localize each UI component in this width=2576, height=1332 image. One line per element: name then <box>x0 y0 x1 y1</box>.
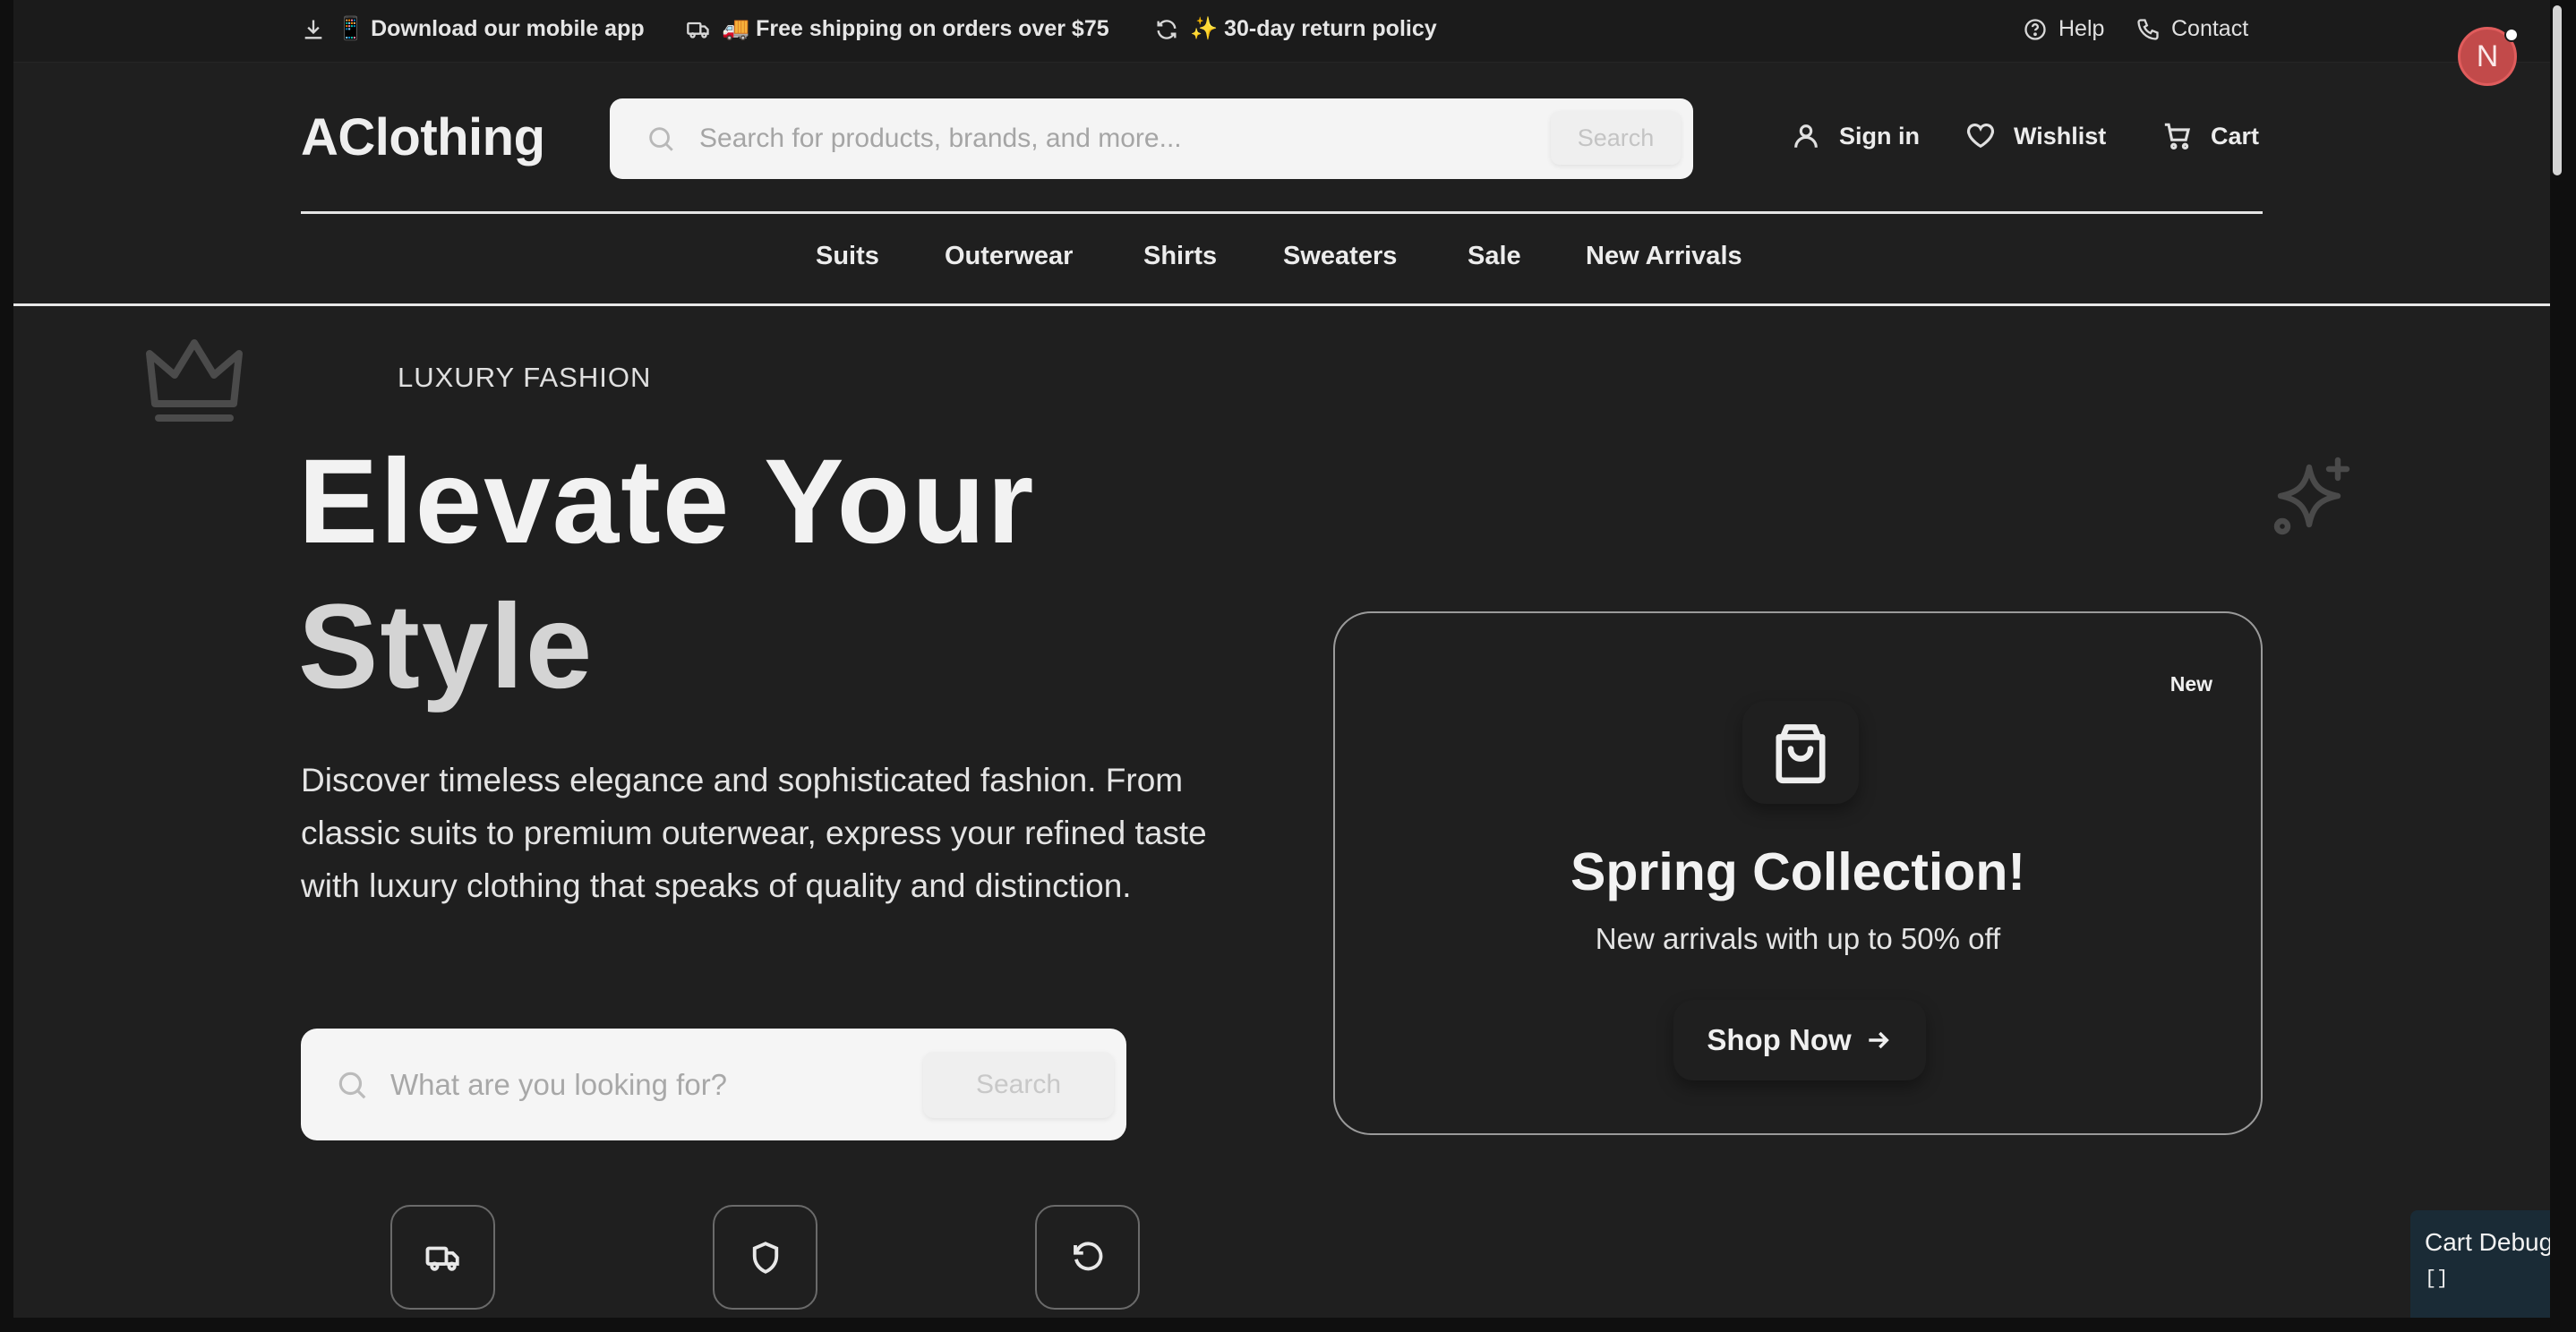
help-link[interactable]: Help <box>2023 16 2104 42</box>
nav-item-sweaters[interactable]: Sweaters <box>1283 242 1397 271</box>
search-icon <box>338 1072 366 1099</box>
nav-divider <box>13 303 2550 306</box>
feature-secure <box>713 1205 817 1310</box>
return-policy-label: ✨ 30-day return policy <box>1190 16 1437 41</box>
nav-item-shirts[interactable]: Shirts <box>1143 242 1217 271</box>
contact-link[interactable]: Contact <box>2135 16 2248 42</box>
hero-title: Elevate Your Style <box>298 430 1373 720</box>
promo-card: New Spring Collection! New arrivals with… <box>1333 611 2263 1135</box>
phone-icon <box>2137 18 2159 40</box>
cart-debug-panel: Cart Debug [] <box>2410 1210 2550 1318</box>
hero-description: Discover timeless elegance and sophistic… <box>301 762 1207 904</box>
sparkle-icon <box>2273 457 2350 535</box>
free-shipping-notice: 🚚 Free shipping on orders over $75 <box>686 16 1109 42</box>
cart-label: Cart <box>2211 122 2260 149</box>
user-icon <box>1794 124 1818 148</box>
truck-icon <box>687 21 709 38</box>
nav-item-outerwear[interactable]: Outerwear <box>945 242 1073 271</box>
hero-search-input[interactable] <box>390 1063 892 1107</box>
hero-title-line2: Style <box>298 580 595 713</box>
cart-icon <box>2164 123 2191 150</box>
truck-icon <box>425 1246 459 1271</box>
cart-debug-title: Cart Debug <box>2425 1228 2550 1256</box>
help-label: Help <box>2058 16 2105 41</box>
nav-item-sale[interactable]: Sale <box>1468 242 1521 271</box>
avatar-status-dot <box>2504 28 2519 42</box>
promo-title: Spring Collection! <box>1570 842 2026 901</box>
promo-icon-tile <box>1742 701 1859 804</box>
feature-shipping <box>390 1205 495 1310</box>
header-search-bar: Search <box>610 98 1693 179</box>
wishlist-label: Wishlist <box>2014 122 2107 149</box>
heart-icon <box>1966 124 1995 149</box>
cart-debug-value: [] <box>2425 1268 2449 1290</box>
scrollbar-thumb[interactable] <box>2553 5 2562 175</box>
crown-icon <box>146 339 243 422</box>
arrow-right-icon <box>1868 1031 1889 1049</box>
contact-label: Contact <box>2171 16 2249 41</box>
download-app-label: 📱 Download our mobile app <box>337 16 645 41</box>
header-divider <box>301 211 2263 214</box>
shield-icon <box>752 1241 778 1274</box>
refresh-icon <box>1157 19 1177 39</box>
avatar-initial: N <box>2476 38 2499 73</box>
hero-search-bar: Search <box>301 1029 1126 1140</box>
page: 📱 Download our mobile app 🚚 Free shippin… <box>13 0 2550 1318</box>
promo-badge: New <box>2169 672 2212 696</box>
download-app-link[interactable]: 📱 Download our mobile app <box>301 16 645 42</box>
shopping-bag-icon <box>1776 723 1826 783</box>
rotate-ccw-icon <box>1073 1241 1102 1270</box>
sign-in-label: Sign in <box>1839 122 1920 149</box>
hero-eyebrow: LUXURY FASHION <box>398 362 652 393</box>
search-icon <box>649 127 673 151</box>
shop-now-button[interactable]: Shop Now <box>1673 1000 1926 1080</box>
hero-title-line1: Elevate Your <box>298 435 1036 568</box>
nav-item-suits[interactable]: Suits <box>816 242 879 271</box>
nav-item-new-arrivals[interactable]: New Arrivals <box>1586 242 1742 271</box>
shop-now-label: Shop Now <box>1707 1023 1852 1056</box>
header-search-input[interactable] <box>699 118 1237 159</box>
header-search-button[interactable]: Search <box>1551 111 1681 165</box>
site-logo[interactable]: AClothing <box>301 107 545 167</box>
return-policy-notice: ✨ 30-day return policy <box>1154 16 1437 42</box>
download-icon <box>304 20 322 38</box>
wishlist-link[interactable]: Wishlist <box>1965 121 2106 151</box>
promo-subtitle: New arrivals with up to 50% off <box>1595 922 2001 955</box>
hero-search-button[interactable]: Search <box>923 1052 1114 1118</box>
cart-link[interactable]: Cart <box>2162 121 2259 151</box>
sign-in-link[interactable]: Sign in <box>1791 121 1920 151</box>
feature-returns <box>1035 1205 1140 1310</box>
free-shipping-label: 🚚 Free shipping on orders over $75 <box>722 16 1109 41</box>
top-utility-bar: 📱 Download our mobile app 🚚 Free shippin… <box>13 0 2550 63</box>
help-circle-icon <box>2024 18 2046 40</box>
scrollbar-track[interactable] <box>2550 0 2576 1332</box>
